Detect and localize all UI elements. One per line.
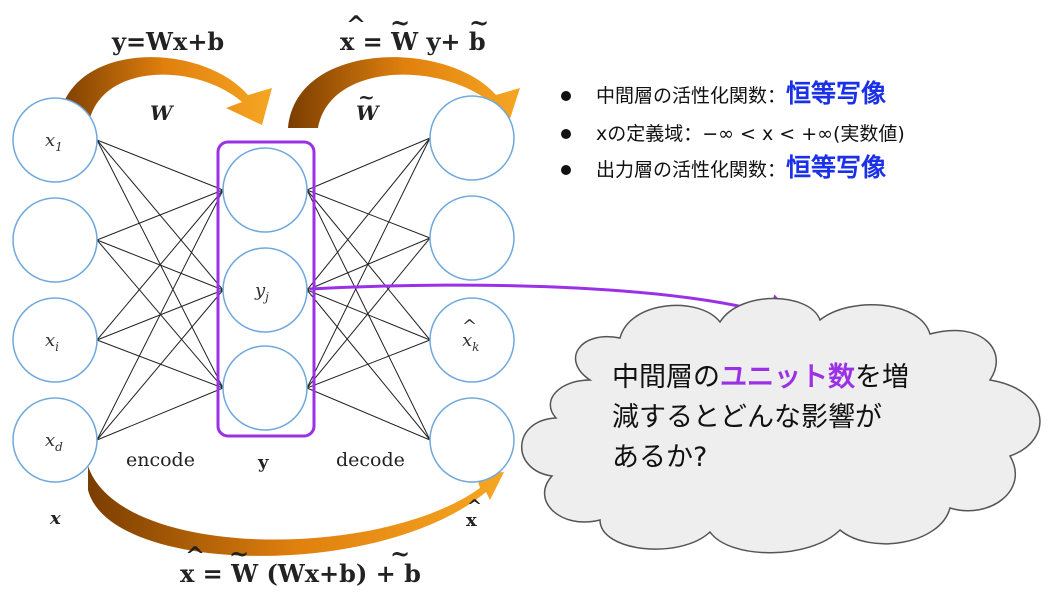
- encoder-weight-label: W: [150, 101, 175, 125]
- decoder-weight-tilde: ~: [358, 85, 375, 109]
- hidden-layer-name: y: [257, 452, 269, 473]
- connection-line: [306, 189, 431, 341]
- xhat-mark: ^: [346, 10, 366, 39]
- connection-line: [306, 387, 431, 441]
- input-layer: x1xixd: [12, 97, 98, 483]
- connection-line: [96, 139, 224, 191]
- connection-line: [96, 387, 224, 441]
- cloud-line-2: 減するとどんな影響が: [612, 402, 882, 433]
- wtilde-mark: ~: [390, 8, 410, 37]
- cloud-line-3: あるか?: [612, 442, 707, 473]
- output-node: [429, 397, 515, 483]
- unit-to-cloud-arrow: [309, 283, 802, 329]
- connection-line: [306, 137, 431, 291]
- bullet-list: 中間層の活性化関数：恒等写像 xの定義域：−∞ < x < +∞(実数値) 出力…: [561, 79, 905, 182]
- output-node: [429, 195, 515, 281]
- connection-line: [306, 289, 431, 341]
- connection-line: [96, 189, 224, 341]
- bullet-item: xの定義域：−∞ < x < +∞(実数値): [596, 123, 905, 145]
- full-formula: x = W (Wx+b) + b: [180, 559, 421, 588]
- connection-line: [306, 137, 431, 389]
- bullet-item: 出力層の活性化関数：恒等写像: [596, 153, 886, 182]
- encode-formula: y=Wx+b: [111, 27, 224, 56]
- output-node: [429, 95, 515, 181]
- hidden-layer: yj: [222, 147, 308, 431]
- bullet-dot: [561, 129, 571, 139]
- connection-line: [306, 339, 431, 389]
- full-xhat-mark: ^: [185, 541, 205, 570]
- autoencoder-diagram: x1xixd yj xk^ y=Wx+b x = W y+ b ^ ~ ~ x …: [12, 8, 1041, 588]
- bullet-dot: [561, 165, 571, 175]
- bullet-dot: [561, 91, 571, 101]
- connection-line: [96, 289, 224, 441]
- input-layer-name: x: [49, 508, 61, 529]
- input-node: [12, 197, 98, 283]
- hidden-node: [222, 147, 308, 233]
- connection-line: [306, 137, 431, 191]
- full-wtilde-mark: ~: [229, 539, 249, 568]
- output-layer-hat: ^: [467, 496, 482, 517]
- encode-label: encode: [126, 449, 195, 471]
- output-node-hat: ^: [462, 316, 477, 337]
- full-btilde-mark: ~: [390, 539, 410, 568]
- connection-line: [96, 139, 224, 389]
- decode-label: decode: [336, 449, 405, 471]
- skip-curve-arrow: [88, 466, 504, 556]
- cloud-line-1: 中間層のユニット数を増: [612, 362, 909, 393]
- connection-line: [96, 189, 224, 241]
- btilde-mark: ~: [469, 8, 489, 37]
- connection-line: [96, 189, 224, 441]
- hidden-node: [222, 345, 308, 431]
- connection-line: [96, 339, 224, 389]
- bullet-item: 中間層の活性化関数：恒等写像: [596, 79, 886, 108]
- output-layer: xk^: [429, 95, 515, 483]
